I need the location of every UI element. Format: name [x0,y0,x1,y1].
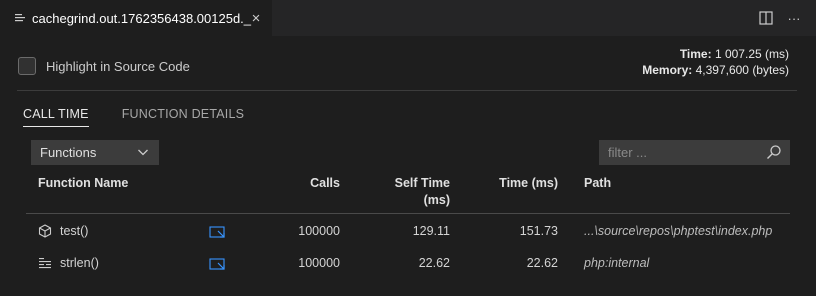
lines-icon [15,14,25,22]
filter-input[interactable] [599,145,759,160]
time-value: 22.62 [526,256,558,270]
calls-value: 100000 [298,224,340,238]
header-divider [26,213,790,214]
calls-value: 100000 [298,256,340,270]
header-self-time-line2: (ms) [423,193,450,207]
close-icon[interactable]: × [247,9,265,27]
go-to-source-icon[interactable] [209,225,227,239]
header-calls[interactable]: Calls [280,175,340,192]
self-time-value: 22.62 [418,256,450,270]
time-label: Time: [679,47,712,61]
path-value: php:internal [584,256,650,270]
header-self-time[interactable]: Self Time (ms) [370,175,450,209]
table-row[interactable]: strlen() 100000 22.62 22.62 php:internal [26,248,790,280]
tab-function-details[interactable]: FUNCTION DETAILS [122,107,244,127]
tab-title: cachegrind.out.1762356438.00125d._ [32,10,252,26]
header-path[interactable]: Path [584,175,611,192]
go-to-source-icon[interactable] [209,257,227,271]
time-value: 1 007.25 (ms) [714,47,789,61]
profile-stats: Time: 1 007.25 (ms) Memory: 4,397,600 (b… [642,46,789,78]
header-self-time-line1: Self Time [394,176,450,190]
editor-tab[interactable]: cachegrind.out.1762356438.00125d._ [0,0,272,36]
view-tabs: CALL TIME FUNCTION DETAILS [23,107,244,127]
memory-value: 4,397,600 (bytes) [695,63,789,77]
header-function-name[interactable]: Function Name [38,175,128,192]
self-time-value: 129.11 [412,224,450,238]
cube-icon [38,224,52,238]
dropdown-selected: Functions [40,145,97,160]
highlight-label: Highlight in Source Code [46,58,190,74]
chevron-down-icon [138,149,148,156]
search-icon[interactable] [766,144,782,160]
string-icon [39,258,51,269]
tab-call-time[interactable]: CALL TIME [23,107,89,127]
editor-tab-bar: cachegrind.out.1762356438.00125d._ × ··· [0,0,816,36]
split-editor-icon[interactable] [758,10,774,26]
time-value: 151.73 [519,224,558,238]
divider [17,90,797,91]
view-type-dropdown[interactable]: Functions [31,140,159,165]
table-row[interactable]: test() 100000 129.11 151.73 ...\source\r… [26,216,790,248]
highlight-checkbox[interactable] [18,57,36,75]
more-actions-icon[interactable]: ··· [786,10,802,26]
highlight-toggle[interactable]: Highlight in Source Code [18,57,190,75]
function-name: strlen() [60,256,99,270]
memory-label: Memory: [642,63,693,77]
function-name: test() [60,224,89,238]
filter-box [599,140,790,165]
path-value: ...\source\repos\phptest\index.php [584,224,773,238]
header-time[interactable]: Time (ms) [478,175,558,192]
